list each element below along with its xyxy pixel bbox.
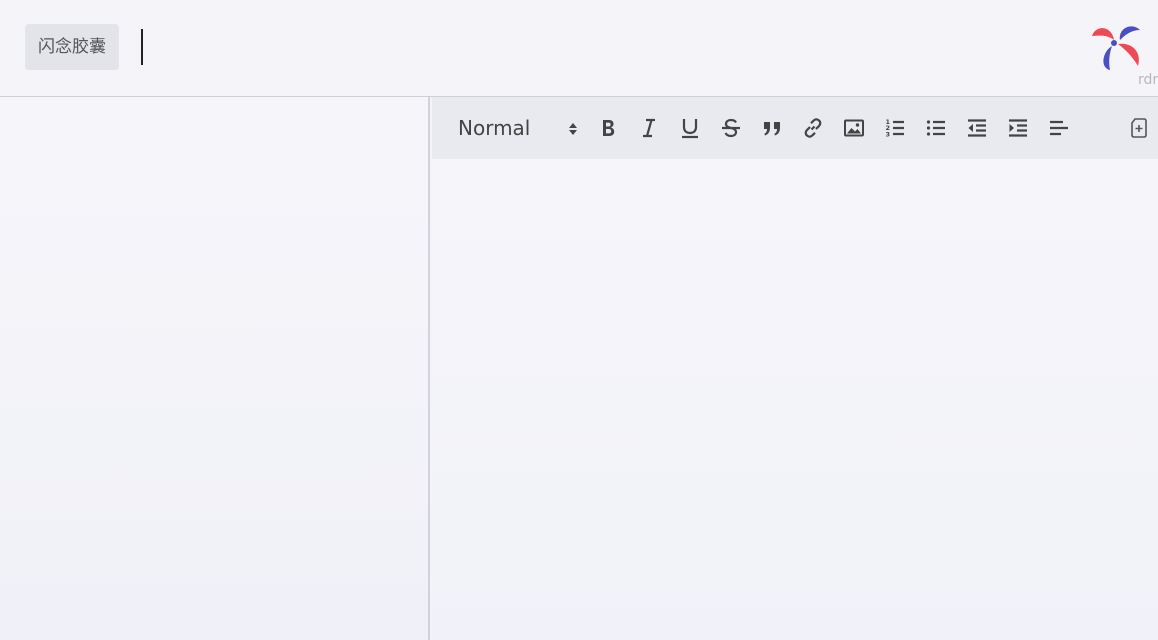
top-bar: 闪念胶囊 rdr <box>0 0 1158 97</box>
new-note-icon[interactable] <box>1127 116 1151 140</box>
quote-icon[interactable] <box>760 116 784 140</box>
select-arrows-icon <box>567 121 579 137</box>
ordered-list-icon[interactable]: 123 <box>883 116 907 140</box>
svg-text:3: 3 <box>886 131 891 139</box>
underline-icon[interactable] <box>678 116 702 140</box>
logo-text: rdr <box>1138 72 1158 88</box>
note-list-pane[interactable] <box>0 97 430 640</box>
strike-icon[interactable] <box>719 116 743 140</box>
text-cursor[interactable] <box>141 29 143 65</box>
rich-text-editor[interactable]: Normal 1 2 3 <box>432 97 1158 640</box>
bold-icon[interactable] <box>596 116 620 140</box>
align-left-icon[interactable] <box>1047 116 1071 140</box>
link-icon[interactable] <box>801 116 825 140</box>
bullet-list-icon[interactable] <box>924 116 948 140</box>
image-icon[interactable] <box>842 116 866 140</box>
app-logo-icon <box>1088 22 1144 72</box>
editor-toolbar: Normal 1 2 3 <box>432 97 1158 159</box>
heading-select[interactable]: Normal <box>458 114 582 142</box>
outdent-icon[interactable] <box>965 116 989 140</box>
italic-icon[interactable] <box>637 116 661 140</box>
flash-capsule-button[interactable]: 闪念胶囊 <box>25 24 119 70</box>
indent-icon[interactable] <box>1006 116 1030 140</box>
